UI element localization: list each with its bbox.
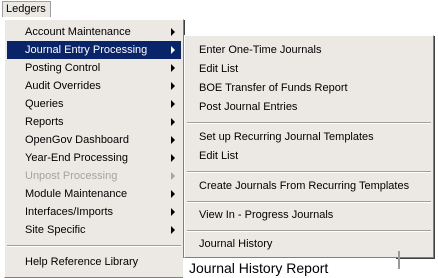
menu-item-label: Enter One-Time Journals [199,44,322,56]
menu-separator [187,230,431,232]
submenu-item-edit-list-recurring[interactable]: Edit List [187,147,431,165]
submenu-arrow-icon [171,172,175,180]
submenu-arrow-icon [171,226,175,234]
menu-item-audit-overrides[interactable]: Audit Overrides [7,77,181,95]
menu-item-label: View In - Progress Journals [199,209,334,221]
menu-item-label: Posting Control [25,62,101,74]
menu-separator [187,201,431,203]
menu-item-journal-entry-processing[interactable]: Journal Entry Processing [7,41,181,59]
journal-entry-processing-submenu: Enter One-Time Journals Edit List BOE Tr… [184,35,434,258]
submenu-arrow-icon [171,64,175,72]
menu-item-reports[interactable]: Reports [7,113,181,131]
menu-item-label: Create Journals From Recurring Templates [199,180,410,192]
menu-item-label: Queries [25,98,64,110]
menu-item-queries[interactable]: Queries [7,95,181,113]
tooltip: Journal History Report [183,258,396,278]
submenu-arrow-icon [171,100,175,108]
menu-bar: Ledgers [0,0,438,18]
menu-item-unpost-processing: Unpost Processing [7,167,181,185]
menu-item-label: Module Maintenance [25,188,128,200]
menu-item-label: Set up Recurring Journal Templates [199,131,374,143]
menu-item-label: Post Journal Entries [199,101,298,113]
menu-item-label: Account Maintenance [25,26,131,38]
menu-item-account-maintenance[interactable]: Account Maintenance [7,23,181,41]
menu-item-label: Interfaces/Imports [25,206,114,218]
submenu-arrow-icon [171,46,175,54]
submenu-item-create-journals-from-recurring-templates[interactable]: Create Journals From Recurring Templates [187,177,431,195]
menu-item-label: Journal History [199,238,273,250]
tooltip-text: Journal History Report [189,260,329,276]
menu-item-label: Audit Overrides [25,80,101,92]
submenu-arrow-icon [171,154,175,162]
menu-item-label: Unpost Processing [25,170,118,182]
menu-item-label: Edit List [199,150,239,162]
menu-ledgers[interactable]: Ledgers [2,1,51,17]
submenu-arrow-icon [171,82,175,90]
menu-item-label: Reports [25,116,64,128]
menu-separator [187,122,431,124]
menu-item-label: Site Specific [25,224,86,236]
menu-item-year-end-processing[interactable]: Year-End Processing [7,149,181,167]
menu-item-opengov-dashboard[interactable]: OpenGov Dashboard [7,131,181,149]
submenu-item-boe-transfer-of-funds-report[interactable]: BOE Transfer of Funds Report [187,79,431,97]
menu-item-interfaces-imports[interactable]: Interfaces/Imports [7,203,181,221]
submenu-item-edit-list[interactable]: Edit List [187,60,431,78]
menu-item-label: Edit List [199,63,239,75]
menu-item-help-reference-library[interactable]: Help Reference Library [7,253,181,271]
submenu-item-view-in-progress-journals[interactable]: View In - Progress Journals [187,206,431,224]
submenu-item-enter-one-time-journals[interactable]: Enter One-Time Journals [187,41,431,59]
menu-separator [7,245,181,247]
menu-item-label: Help Reference Library [25,256,139,268]
submenu-item-post-journal-entries[interactable]: Post Journal Entries [187,98,431,116]
submenu-arrow-icon [171,208,175,216]
submenu-item-set-up-recurring-journal-templates[interactable]: Set up Recurring Journal Templates [187,128,431,146]
menu-item-label: OpenGov Dashboard [25,134,129,146]
ledgers-dropdown-menu: Account Maintenance Journal Entry Proces… [4,19,184,278]
menu-item-label: Journal Entry Processing [25,44,148,56]
submenu-arrow-icon [171,118,175,126]
menu-item-label: BOE Transfer of Funds Report [199,82,348,94]
menu-item-label: Year-End Processing [25,152,128,164]
submenu-item-journal-history[interactable]: Journal History [187,235,431,253]
menu-item-posting-control[interactable]: Posting Control [7,59,181,77]
text-cursor-icon [398,251,400,269]
menu-item-module-maintenance[interactable]: Module Maintenance [7,185,181,203]
menu-separator [187,171,431,173]
menu-item-site-specific[interactable]: Site Specific [7,221,181,239]
submenu-arrow-icon [171,190,175,198]
submenu-arrow-icon [171,28,175,36]
submenu-arrow-icon [171,136,175,144]
